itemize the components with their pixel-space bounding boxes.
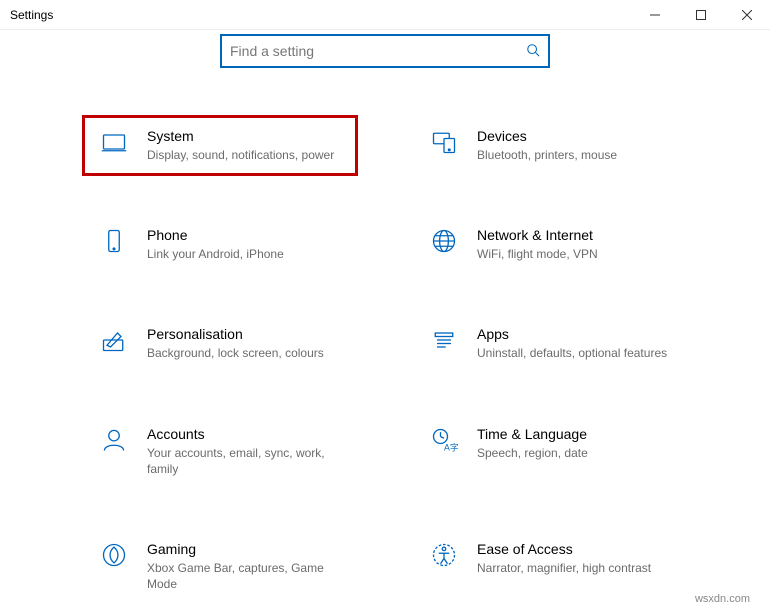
watermark: wsxdn.com: [695, 593, 750, 605]
tile-desc: Link your Android, iPhone: [147, 246, 341, 262]
person-icon: [99, 426, 129, 456]
tile-gaming[interactable]: Gaming Xbox Game Bar, captures, Game Mod…: [85, 531, 355, 602]
search-row: [0, 34, 770, 68]
tile-time-language[interactable]: A字 Time & Language Speech, region, date: [415, 416, 685, 487]
search-input[interactable]: [230, 43, 526, 59]
tile-title: System: [147, 128, 341, 144]
tile-desc: WiFi, flight mode, VPN: [477, 246, 671, 262]
tile-title: Network & Internet: [477, 227, 671, 243]
tile-title: Devices: [477, 128, 671, 144]
paintbrush-icon: [99, 326, 129, 356]
tile-desc: Xbox Game Bar, captures, Game Mode: [147, 560, 341, 592]
tile-title: Personalisation: [147, 326, 341, 342]
tile-devices[interactable]: Devices Bluetooth, printers, mouse: [415, 118, 685, 173]
titlebar: Settings: [0, 0, 770, 30]
svg-text:A字: A字: [444, 441, 458, 452]
apps-icon: [429, 326, 459, 356]
window-title: Settings: [10, 8, 53, 22]
globe-icon: [429, 227, 459, 257]
tile-title: Ease of Access: [477, 541, 671, 557]
tile-desc: Speech, region, date: [477, 445, 671, 461]
tile-accounts[interactable]: Accounts Your accounts, email, sync, wor…: [85, 416, 355, 487]
tile-desc: Your accounts, email, sync, work, family: [147, 445, 341, 477]
search-icon: [526, 43, 540, 60]
tile-title: Apps: [477, 326, 671, 342]
system-icon: [99, 128, 129, 158]
tile-desc: Uninstall, defaults, optional features: [477, 345, 671, 361]
ease-of-access-icon: [429, 541, 459, 571]
tile-network[interactable]: Network & Internet WiFi, flight mode, VP…: [415, 217, 685, 272]
tile-desc: Narrator, magnifier, high contrast: [477, 560, 671, 576]
search-box[interactable]: [220, 34, 550, 68]
tile-title: Accounts: [147, 426, 341, 442]
tile-ease-of-access[interactable]: Ease of Access Narrator, magnifier, high…: [415, 531, 685, 602]
devices-icon: [429, 128, 459, 158]
tile-phone[interactable]: Phone Link your Android, iPhone: [85, 217, 355, 272]
tile-desc: Bluetooth, printers, mouse: [477, 147, 671, 163]
tile-system[interactable]: System Display, sound, notifications, po…: [82, 115, 358, 176]
tile-title: Phone: [147, 227, 341, 243]
phone-icon: [99, 227, 129, 257]
tile-personalisation[interactable]: Personalisation Background, lock screen,…: [85, 316, 355, 371]
tile-title: Gaming: [147, 541, 341, 557]
window-controls: [632, 0, 770, 29]
tile-desc: Background, lock screen, colours: [147, 345, 341, 361]
settings-grid: System Display, sound, notifications, po…: [0, 118, 770, 602]
tile-apps[interactable]: Apps Uninstall, defaults, optional featu…: [415, 316, 685, 371]
maximize-button[interactable]: [678, 0, 724, 29]
gaming-icon: [99, 541, 129, 571]
close-button[interactable]: [724, 0, 770, 29]
tile-title: Time & Language: [477, 426, 671, 442]
time-language-icon: A字: [429, 426, 459, 456]
minimize-button[interactable]: [632, 0, 678, 29]
tile-desc: Display, sound, notifications, power: [147, 147, 341, 163]
